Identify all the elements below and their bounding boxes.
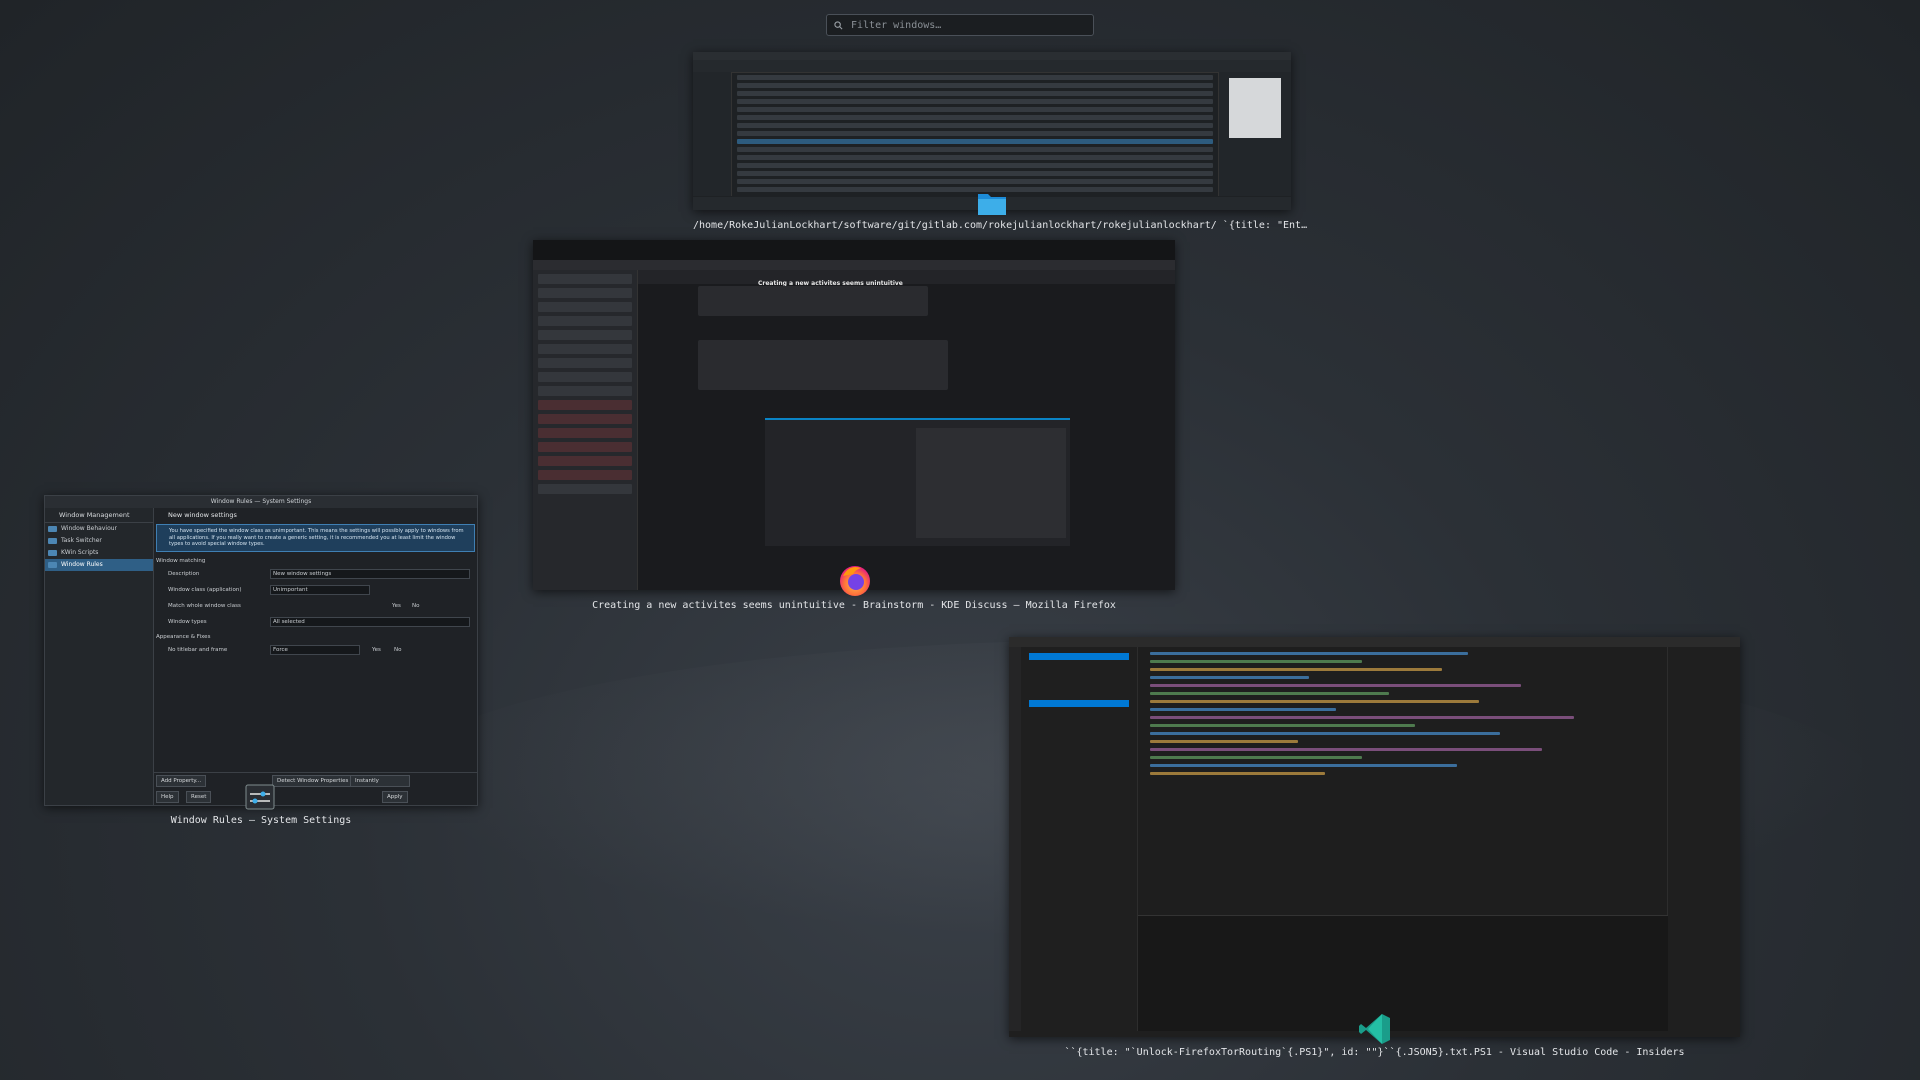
no-radio[interactable]: No — [394, 642, 401, 658]
window-thumbnail-firefox[interactable]: Creating a new activites seems unintuiti… — [533, 240, 1175, 590]
reply-composer — [765, 418, 1070, 546]
types-label: Window types — [168, 619, 207, 625]
url-bar — [533, 260, 1175, 270]
secondary-panel — [1667, 647, 1740, 1031]
detect-delay-combobox[interactable]: Instantly — [350, 775, 410, 787]
filter-windows-input[interactable] — [849, 18, 1083, 32]
window-thumbnail-file-manager[interactable] — [693, 52, 1291, 210]
window-caption-system-settings: Window Rules — System Settings — [170, 815, 352, 826]
description-label: Description — [168, 571, 200, 577]
yes-radio[interactable]: Yes — [392, 598, 401, 614]
apply-button[interactable]: Apply — [382, 791, 408, 803]
sidebar-header: Window Management — [45, 508, 153, 523]
page-title: New window settings — [168, 511, 237, 519]
sidebar-item-kwin-scripts[interactable]: KWin Scripts — [45, 547, 153, 559]
no-titlebar-combobox[interactable]: Force — [270, 645, 360, 655]
settings-icon — [245, 784, 275, 810]
yes-radio[interactable]: Yes — [372, 642, 381, 658]
reset-button[interactable]: Reset — [186, 791, 212, 803]
places-panel — [693, 72, 732, 196]
preview-panel — [1218, 72, 1291, 196]
description-field[interactable]: New window settings — [270, 569, 470, 579]
settings-sidebar: Window Management Window Behaviour Task … — [45, 508, 154, 805]
add-property-button[interactable]: Add Property... — [156, 775, 207, 787]
settings-footer: Add Property... Detect Window Properties… — [154, 772, 477, 805]
help-button[interactable]: Help — [156, 791, 179, 803]
vscode-icon — [1359, 1014, 1390, 1044]
tab-strip — [533, 240, 1175, 260]
window-caption-vscode: ``{title: "`Unlock-FirefoxTorRouting`{.P… — [1064, 1047, 1685, 1058]
types-combobox[interactable]: All selected — [270, 617, 470, 627]
info-message: You have specified the window class as u… — [156, 524, 475, 552]
window-thumbnail-vscode[interactable] — [1009, 637, 1740, 1037]
section-header-appearance: Appearance & Fixes — [156, 634, 211, 640]
titlebar — [1009, 637, 1740, 647]
firefox-icon — [840, 566, 870, 596]
window-thumbnail-system-settings[interactable]: Window Rules — System Settings Window Ma… — [44, 495, 478, 806]
folder-icon — [978, 194, 1006, 215]
explorer-panel — [1021, 647, 1138, 1031]
sidebar — [533, 270, 638, 590]
sidebar-item-window-behaviour[interactable]: Window Behaviour — [45, 523, 153, 535]
file-list — [733, 72, 1217, 196]
whole-class-label: Match whole window class — [168, 603, 241, 609]
settings-main: New window settings You have specified t… — [154, 508, 477, 805]
filter-windows-field[interactable] — [826, 14, 1094, 36]
class-combobox[interactable]: Unimportant — [270, 585, 370, 595]
window-title: Window Rules — System Settings — [45, 496, 477, 508]
no-titlebar-label: No titlebar and frame — [168, 647, 228, 653]
class-label: Window class (application) — [168, 587, 242, 593]
no-radio[interactable]: No — [412, 598, 419, 614]
window-caption-firefox: Creating a new activites seems unintuiti… — [592, 600, 1116, 611]
terminal-panel — [1138, 915, 1668, 1031]
discourse-page: Creating a new activites seems unintuiti… — [638, 270, 1175, 590]
activity-bar — [1009, 647, 1021, 1031]
sidebar-item-task-switcher[interactable]: Task Switcher — [45, 535, 153, 547]
section-header-matching: Window matching — [156, 558, 206, 564]
search-icon — [834, 20, 843, 29]
editor — [1138, 647, 1668, 914]
titlebar — [693, 52, 1291, 60]
detect-button[interactable]: Detect Window Properties — [272, 775, 354, 787]
sidebar-item-window-rules[interactable]: Window Rules — [45, 559, 153, 571]
window-caption-file-manager: /home/RokeJulianLockhart/software/git/gi… — [693, 220, 1308, 231]
